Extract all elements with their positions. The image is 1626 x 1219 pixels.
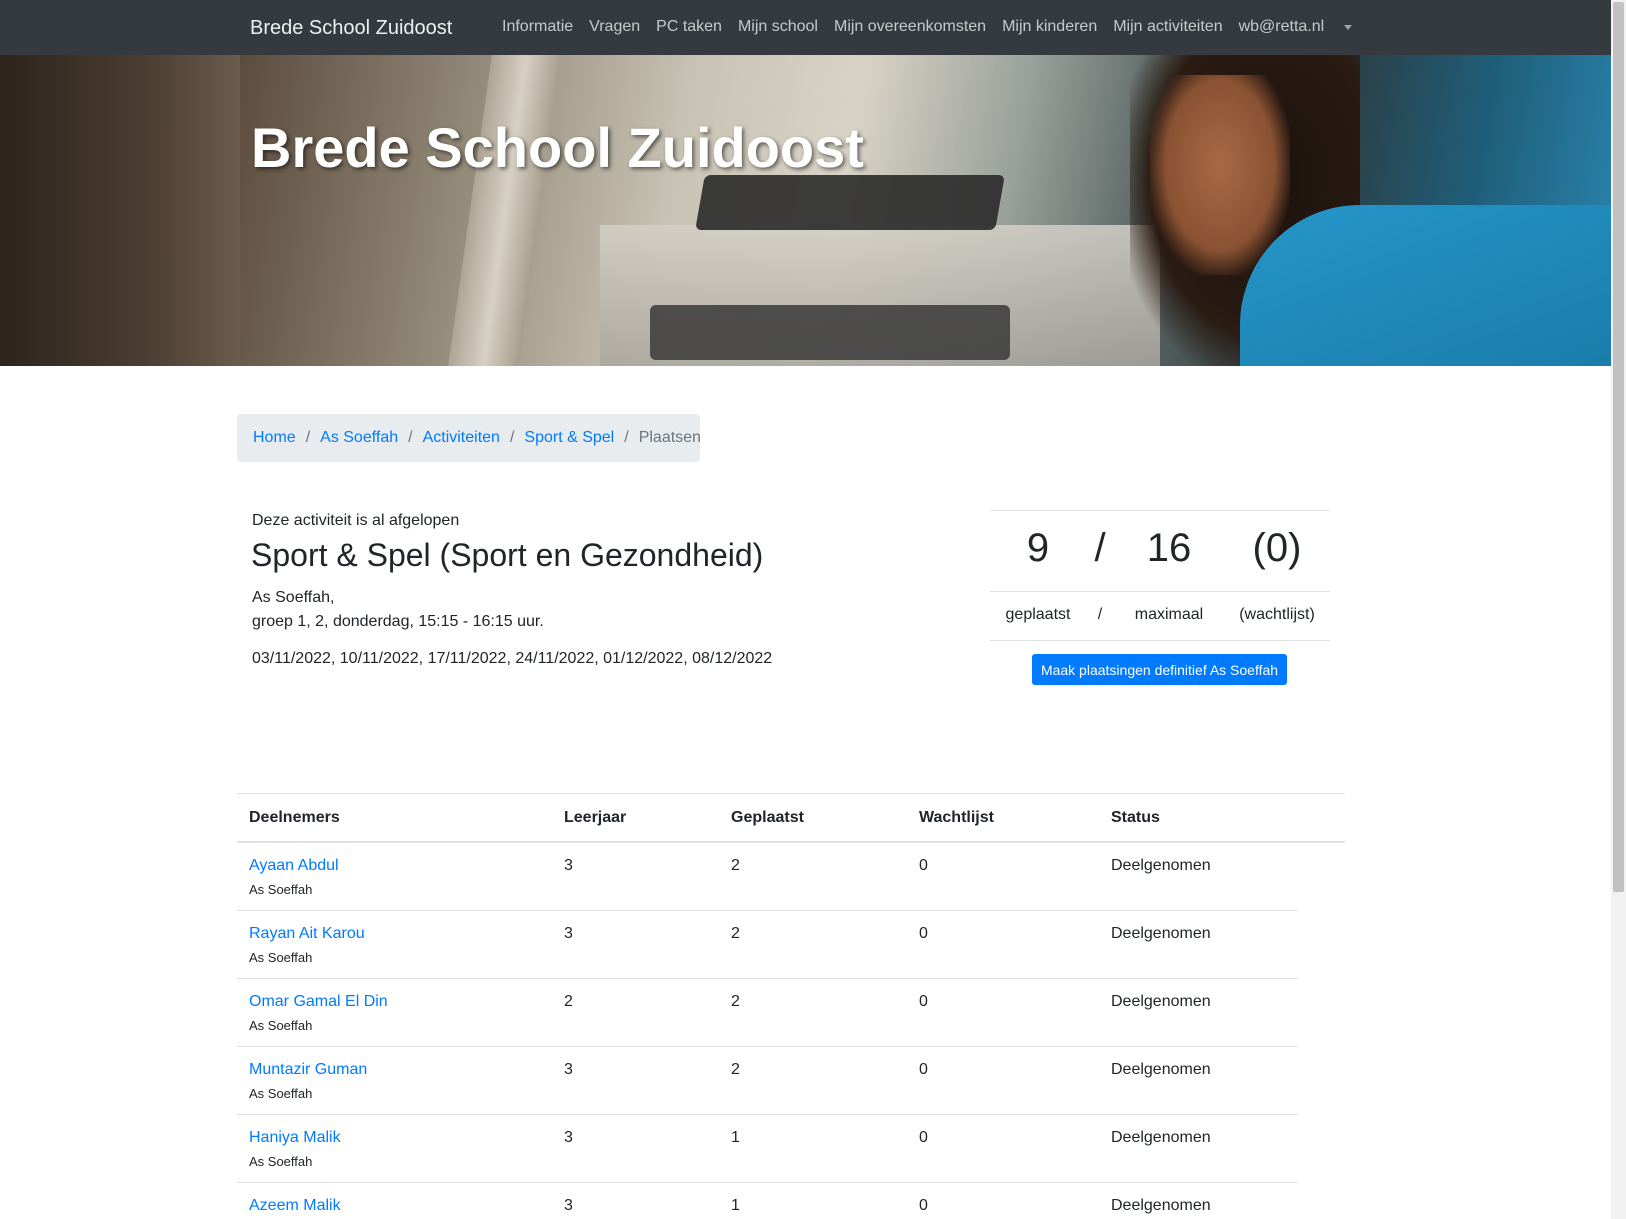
participant-name-link[interactable]: Omar Gamal El Din — [249, 993, 388, 1011]
participant-school: As Soeffah — [249, 950, 313, 965]
column-header-wachtlijst: Wachtlijst — [919, 809, 994, 826]
table-row: Azeem Malik 3 1 0 Deelgenomen — [237, 1183, 1298, 1219]
cell-leerjaar: 2 — [564, 993, 573, 1010]
cell-geplaatst: 2 — [731, 993, 740, 1010]
stat-label-separator: / — [1097, 606, 1103, 623]
activity-ended-note: Deze activiteit is al afgelopen — [252, 512, 460, 529]
stat-max-label: maximaal — [1134, 606, 1204, 623]
activity-details: As Soeffah, groep 1, 2, donderdag, 15:15… — [252, 586, 544, 634]
cell-leerjaar: 3 — [564, 857, 573, 874]
column-header-leerjaar: Leerjaar — [564, 809, 627, 826]
hero-title: Brede School Zuidoost — [251, 116, 864, 179]
cell-geplaatst: 2 — [731, 1061, 740, 1078]
nav-item-mijn-overeenkomsten[interactable]: Mijn overeenkomsten — [826, 18, 994, 36]
cell-geplaatst: 1 — [731, 1129, 740, 1146]
nav-item-informatie[interactable]: Informatie — [494, 18, 581, 36]
chevron-down-icon[interactable] — [1344, 25, 1352, 30]
top-navbar: Brede School Zuidoost Informatie Vragen … — [0, 0, 1611, 55]
nav-item-vragen[interactable]: Vragen — [581, 18, 648, 36]
cell-status: Deelgenomen — [1111, 993, 1211, 1010]
participant-school: As Soeffah — [249, 1086, 313, 1101]
nav-item-user-email[interactable]: wb@retta.nl — [1231, 18, 1333, 36]
stat-placed-value: 9 — [1026, 526, 1050, 570]
stat-placed-label: geplaatst — [1005, 606, 1071, 623]
stat-max-value: 16 — [1146, 526, 1192, 570]
activity-schedule: groep 1, 2, donderdag, 15:15 - 16:15 uur… — [252, 613, 544, 630]
table-row: Omar Gamal El Din As Soeffah 2 2 0 Deelg… — [237, 979, 1298, 1047]
nav-item-pc-taken[interactable]: PC taken — [648, 18, 730, 36]
cell-geplaatst: 2 — [731, 857, 740, 874]
participant-school: As Soeffah — [249, 1018, 313, 1033]
participant-school: As Soeffah — [249, 1154, 313, 1169]
nav-item-mijn-school[interactable]: Mijn school — [730, 18, 826, 36]
activity-dates: 03/11/2022, 10/11/2022, 17/11/2022, 24/1… — [252, 650, 773, 667]
hero-photo-monitor — [0, 55, 240, 366]
cell-status: Deelgenomen — [1111, 1197, 1211, 1214]
stats-numbers-row: 9 / 16 (0) — [990, 510, 1330, 591]
breadcrumb-home[interactable]: Home — [253, 429, 296, 447]
breadcrumb-current: Plaatsen — [638, 429, 701, 446]
hero-photo-shirt — [1240, 205, 1611, 366]
stat-separator: / — [1094, 526, 1106, 570]
activity-location: As Soeffah, — [252, 589, 335, 606]
cell-leerjaar: 3 — [564, 1129, 573, 1146]
participant-name-link[interactable]: Azeem Malik — [249, 1197, 341, 1215]
hero-photo-post — [448, 55, 562, 366]
participants-table: Deelnemers Leerjaar Geplaatst Wachtlijst… — [237, 793, 1345, 1219]
participant-school: As Soeffah — [249, 882, 313, 897]
cell-wachtlijst: 0 — [919, 925, 928, 942]
breadcrumb: Home / As Soeffah / Activiteiten / Sport… — [237, 414, 701, 462]
cell-status: Deelgenomen — [1111, 925, 1211, 942]
table-header: Deelnemers Leerjaar Geplaatst Wachtlijst… — [237, 793, 1345, 843]
page-scrollbar[interactable] — [1611, 0, 1626, 1219]
breadcrumb-school[interactable]: As Soeffah — [320, 429, 398, 447]
cell-wachtlijst: 0 — [919, 1061, 928, 1078]
breadcrumb-separator: / — [408, 429, 413, 446]
table-row: Muntazir Guman As Soeffah 3 2 0 Deelgeno… — [237, 1047, 1298, 1115]
stat-waitlist-label: (wachtlijst) — [1239, 606, 1315, 623]
participant-name-link[interactable]: Haniya Malik — [249, 1129, 341, 1147]
cell-status: Deelgenomen — [1111, 1129, 1211, 1146]
cell-status: Deelgenomen — [1111, 1061, 1211, 1078]
cell-status: Deelgenomen — [1111, 857, 1211, 874]
cell-geplaatst: 1 — [731, 1197, 740, 1214]
hero-banner: Brede School Zuidoost — [0, 55, 1611, 366]
breadcrumb-activiteiten[interactable]: Activiteiten — [423, 429, 500, 447]
column-header-status: Status — [1111, 809, 1160, 826]
navbar-brand[interactable]: Brede School Zuidoost — [250, 17, 452, 40]
breadcrumb-activity[interactable]: Sport & Spel — [524, 429, 614, 447]
breadcrumb-separator: / — [305, 429, 311, 446]
hero-photo-keyboard — [650, 305, 1010, 360]
table-row: Haniya Malik As Soeffah 3 1 0 Deelgenome… — [237, 1115, 1298, 1183]
cell-leerjaar: 3 — [564, 1061, 573, 1078]
placement-stats: 9 / 16 (0) geplaatst / maximaal (wachtli… — [990, 510, 1330, 641]
participant-name-link[interactable]: Muntazir Guman — [249, 1061, 367, 1079]
scrollbar-thumb[interactable] — [1613, 2, 1624, 892]
participant-name-link[interactable]: Ayaan Abdul — [249, 857, 339, 875]
column-header-geplaatst: Geplaatst — [731, 809, 804, 826]
cell-geplaatst: 2 — [731, 925, 740, 942]
nav-item-mijn-activiteiten[interactable]: Mijn activiteiten — [1105, 18, 1230, 36]
cell-wachtlijst: 0 — [919, 1129, 928, 1146]
stat-waitlist-value: (0) — [1252, 526, 1302, 570]
breadcrumb-separator: / — [509, 429, 515, 446]
breadcrumb-separator: / — [624, 429, 629, 446]
activity-title: Sport & Spel (Sport en Gezondheid) — [251, 537, 764, 573]
cell-wachtlijst: 0 — [919, 857, 928, 874]
cell-leerjaar: 3 — [564, 925, 573, 942]
cell-wachtlijst: 0 — [919, 1197, 928, 1214]
participant-name-link[interactable]: Rayan Ait Karou — [249, 925, 365, 943]
nav-menu: Informatie Vragen PC taken Mijn school M… — [494, 18, 1332, 36]
nav-item-mijn-kinderen[interactable]: Mijn kinderen — [994, 18, 1105, 36]
table-row: Rayan Ait Karou As Soeffah 3 2 0 Deelgen… — [237, 911, 1298, 979]
table-row: Ayaan Abdul As Soeffah 3 2 0 Deelgenomen — [237, 843, 1298, 911]
column-header-deelnemers: Deelnemers — [249, 809, 340, 826]
hero-photo-keyboard — [695, 175, 1005, 230]
cell-wachtlijst: 0 — [919, 993, 928, 1010]
cell-leerjaar: 3 — [564, 1197, 573, 1214]
finalize-placements-button[interactable]: Maak plaatsingen definitief As Soeffah — [1032, 654, 1287, 685]
